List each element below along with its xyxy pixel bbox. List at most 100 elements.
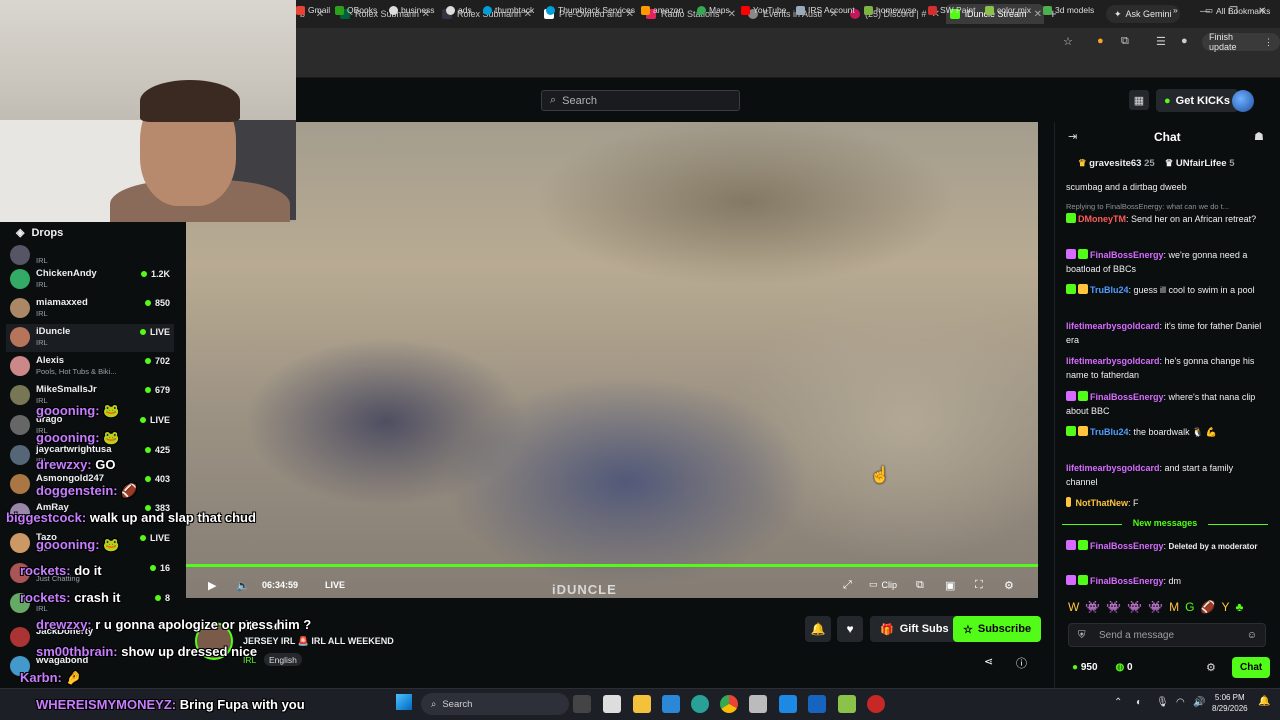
drops-link[interactable]: ◈ Drops [16,226,63,240]
chat-username[interactable]: lifetimearbysgoldcard [1066,356,1160,366]
ask-gemini-button[interactable]: ✦ Ask Gemini [1106,5,1180,23]
emote-icon[interactable]: 👾 [1148,600,1163,616]
app-icon[interactable] [838,695,856,713]
chat-username[interactable]: lifetimearbysgoldcard [1066,463,1160,473]
miniplayer-icon[interactable]: ▣ [945,579,955,592]
chat-username[interactable]: FinalBossEnergy [1090,392,1164,402]
clip-button[interactable]: ▭ Clip [869,579,897,590]
emote-icon[interactable]: ♣ [1235,600,1243,616]
chat-username[interactable]: TruBlu24 [1090,427,1129,437]
new-messages-divider[interactable]: New messages [1062,518,1268,531]
kicks-balance[interactable]: ● 950 [1072,662,1098,673]
chat-message-input[interactable]: ⛨ Send a message ☺ [1068,623,1266,647]
bookmark-homewyse[interactable]: homewyse [864,5,917,15]
tab-search-icon[interactable]: ☰ [1156,35,1166,48]
subscribe-button[interactable]: ☆ Subscribe [953,616,1042,642]
play-icon[interactable]: ▶ [208,579,216,592]
settings-icon[interactable]: ⚙ [1004,579,1014,592]
share-icon[interactable]: ⋖ [984,655,993,668]
bookmark-youtube[interactable]: YouTube [741,5,786,15]
notification-icon[interactable]: 🔔 [1258,696,1270,707]
bookmark-sw-paint[interactable]: SW Paint [928,5,975,15]
emote-icon[interactable]: 👾 [1085,600,1100,616]
app-icon[interactable] [662,695,680,713]
chat-username[interactable]: FinalBossEnergy [1090,250,1164,260]
stream-language-tag[interactable]: English [264,653,302,666]
all-bookmarks-button[interactable]: ▭ All Bookmarks [1205,5,1270,16]
sidebar-channel[interactable]: ChickenAndy IRL 1.2K [10,266,170,294]
bookmark-color-mix[interactable]: color mix [985,5,1031,15]
bookmark-ads[interactable]: ads [446,5,472,15]
search-input[interactable]: ⌕ Search [541,90,740,111]
volume-icon[interactable]: 🔊 [1193,697,1205,708]
bookmark-3d-models[interactable]: 3d models [1043,5,1094,15]
browse-icon[interactable]: ▦ [1129,90,1149,110]
emote-icon[interactable]: M [1169,600,1179,616]
taskbar-search[interactable]: ⌕ Search [421,693,569,715]
app-icon[interactable] [808,695,826,713]
send-chat-button[interactable]: Chat [1232,657,1271,678]
chat-settings-icon[interactable]: ⚙ [1206,661,1216,674]
chat-username[interactable]: TruBlu24 [1090,285,1129,295]
volume-icon[interactable]: 🔈 [236,579,250,592]
microphone-icon[interactable]: 🎙 [1156,697,1169,708]
bookmark-thumbtack-services[interactable]: Thumbtack Services [546,5,635,15]
fullscreen-icon[interactable]: ⛶ [975,579,983,592]
app-icon[interactable] [691,695,709,713]
wifi-icon[interactable]: ◠ [1176,697,1185,708]
bookmark-qbooks[interactable]: QBooks [335,5,377,15]
puzzle-icon[interactable]: ⧉ [1121,35,1129,48]
sidebar-channel[interactable]: miamaxxed IRL 850 [10,295,170,323]
emote-icon[interactable]: Y [1221,600,1229,616]
theater-icon[interactable]: ⤢ [843,579,852,592]
collapse-chat-icon[interactable]: ⇥ [1068,130,1077,143]
user-avatar[interactable] [1232,90,1254,112]
profile-icon[interactable]: ● [1181,35,1188,47]
video-player[interactable] [186,122,1038,598]
points-balance[interactable]: ◍ 0 [1116,662,1133,673]
chat-username[interactable]: DMoneyTM [1078,214,1126,224]
get-kicks-button[interactable]: ● Get KICKs [1156,89,1239,112]
bookmark-irs[interactable]: IRS Account [796,5,855,15]
gifter-2[interactable]: ♛ UNfairLifee 5 [1165,158,1235,169]
chat-username[interactable]: NotThatNew [1076,498,1129,508]
chevron-right-icon[interactable]: » [1173,5,1178,15]
chrome-icon[interactable] [720,695,738,713]
finish-update-button[interactable]: Finish update ⋮ [1202,32,1280,52]
notification-bell-icon[interactable]: 🔔 [805,616,831,642]
tray-app-icon[interactable]: ◐ [1136,697,1142,708]
bookmark-business[interactable]: business [389,5,435,15]
bookmark-amazon[interactable]: amazon [641,5,683,15]
bookmark-thumbtack[interactable]: thumbtack [483,5,534,15]
sidebar-channel[interactable]: Alexis Pools, Hot Tubs & Biki... 702 [10,353,170,381]
chat-username[interactable]: FinalBossEnergy [1090,541,1164,551]
emote-icon[interactable]: G [1185,600,1194,616]
emoji-icon[interactable]: ☺ [1247,630,1257,641]
heart-icon[interactable]: ♥ [837,616,863,642]
gifter-1[interactable]: ♛ gravesite63 25 [1078,158,1155,169]
system-clock[interactable]: 5:06 PM 8/29/2026 [1212,692,1248,714]
info-icon[interactable]: ⓘ [1016,655,1027,671]
file-explorer-icon[interactable] [633,695,651,713]
tray-chevron-icon[interactable]: ⌃ [1114,697,1122,708]
calculator-icon[interactable] [749,695,767,713]
bookmark-maps[interactable]: Maps [697,5,730,15]
gift-subs-button[interactable]: 🎁 Gift Subs [870,616,959,642]
app-icon[interactable] [779,695,797,713]
close-icon[interactable]: ✕ [1034,9,1042,20]
chat-username[interactable]: FinalBossEnergy [1090,576,1164,586]
emote-icon[interactable]: 👾 [1127,600,1142,616]
chat-username[interactable]: lifetimearbysgoldcard [1066,321,1160,331]
emote-icon[interactable]: 👾 [1106,600,1121,616]
sidebar-channel-active[interactable]: iDuncle IRL LIVE [6,324,174,352]
video-progress-bar[interactable] [186,564,1038,567]
task-view-icon[interactable] [573,695,591,713]
extension-icon[interactable]: ● [1097,35,1104,47]
emote-icon[interactable]: W [1068,600,1079,616]
notepad-icon[interactable] [603,695,621,713]
emote-icon[interactable]: 🏈 [1200,600,1215,616]
bookmark-gmail[interactable]: Gmail [296,5,330,15]
users-icon[interactable]: ☗ [1254,130,1264,143]
bookmark-star-icon[interactable]: ☆ [1063,35,1073,48]
windows-start-icon[interactable] [396,694,412,710]
